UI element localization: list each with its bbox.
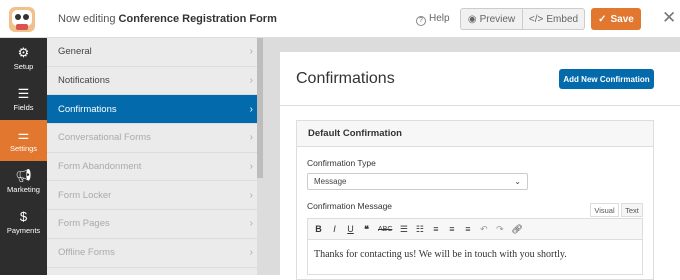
select-value: Message [314,177,347,186]
sidebar-item-label: Settings [9,144,38,153]
subnav-item-form-locker[interactable]: Form Locker › [47,181,263,211]
help-link[interactable]: ? Help [416,13,450,26]
left-sidebar: ⚙ Setup ☰ Fields ⚌ Settings 📢︎ Marketing… [0,38,47,275]
preview-embed-group: ◉ Preview </> Embed [460,8,585,30]
tab-text[interactable]: Text [621,203,643,217]
underline-icon[interactable]: U [346,224,355,234]
sliders-icon: ⚌ [17,127,30,142]
strikethrough-icon[interactable]: ABC [378,226,392,233]
align-right-icon[interactable]: ≡ [463,224,472,234]
chevron-right-icon: › [249,218,253,230]
numbered-list-icon[interactable]: ☷ [415,224,424,235]
align-center-icon[interactable]: ≡ [447,224,456,234]
top-bar: Now editing Conference Registration Form… [0,0,680,38]
subnav-item-label: Notifications [58,75,110,87]
settings-subnav: General › Notifications › Confirmations › C… [47,38,263,275]
subnav-item-label: General [58,46,92,58]
save-button[interactable]: ✓ Save [591,8,641,30]
bold-icon[interactable]: B [314,224,323,234]
chevron-right-icon: › [249,247,253,259]
subnav-item-form-abandonment[interactable]: Form Abandonment › [47,153,263,182]
save-label: Save [610,13,634,25]
checkmark-icon: ✓ [598,13,607,25]
embed-button[interactable]: </> Embed [522,9,584,29]
undo-icon[interactable]: ↶ [479,224,488,235]
sidebar-item-fields[interactable]: ☰ Fields [0,79,47,120]
bullet-list-icon[interactable]: ☰ [399,224,408,235]
subnav-item-general[interactable]: General › [47,38,263,67]
close-icon[interactable]: ✕ [662,9,676,27]
confirmation-type-label: Confirmation Type [307,158,376,168]
subnav-item-label: Conversational Forms [58,132,151,144]
eye-icon: ◉ [467,13,477,25]
chevron-right-icon: › [249,75,253,87]
subnav-item-confirmations[interactable]: Confirmations › [47,95,263,125]
chevron-down-icon: ⌄ [514,177,521,186]
subnav-item-notifications[interactable]: Notifications › [47,67,263,96]
embed-label: Embed [546,13,579,25]
confirmation-message-label: Confirmation Message [307,201,393,211]
sidebar-item-label: Payments [6,226,41,235]
tab-visual[interactable]: Visual [590,203,619,217]
dollar-icon: $ [19,209,28,224]
subnav-item-offline-forms[interactable]: Offline Forms › [47,239,263,268]
confirmation-message-editor[interactable]: Thanks for contacting us! We will be in … [307,240,643,275]
sidebar-item-marketing[interactable]: 📢︎ Marketing [0,161,47,202]
subnav-item-label: Form Locker [58,189,112,201]
sidebar-item-label: Setup [13,62,34,71]
subnav-item-conversational-forms[interactable]: Conversational Forms › [47,124,263,153]
help-label: Help [429,13,450,24]
blockquote-icon[interactable]: ❝ [362,224,371,235]
page-heading: Confirmations [296,70,395,87]
italic-icon[interactable]: I [330,224,339,234]
editing-prefix: Now editing [58,13,116,25]
page-title: Now editing Conference Registration Form [58,13,277,25]
redo-icon[interactable]: ↷ [495,224,504,235]
sidebar-item-payments[interactable]: $ Payments [0,202,47,243]
chevron-right-icon: › [249,189,253,201]
preview-button[interactable]: ◉ Preview [461,9,522,29]
sidebar-item-label: Marketing [7,185,40,194]
link-icon[interactable]: 🔗︎ [511,224,522,235]
chevron-right-icon: › [249,103,253,115]
form-name: Conference Registration Form [118,13,277,25]
sidebar-item-setup[interactable]: ⚙ Setup [0,38,47,79]
sidebar-item-settings[interactable]: ⚌ Settings [0,120,47,161]
subnav-item-label: Offline Forms [58,247,115,259]
subnav-item-form-pages[interactable]: Form Pages › [47,210,263,239]
divider [280,105,680,106]
editor-toolbar: B I U ❝ ABC ☰ ☷ ≡ ≡ ≡ ↶ ↷ 🔗︎ [307,218,643,240]
fields-icon: ☰ [17,86,30,101]
chevron-right-icon: › [249,46,253,58]
help-icon: ? [416,16,426,26]
preview-label: Preview [479,13,516,25]
chevron-right-icon: › [249,132,253,144]
code-icon: </> [528,13,544,25]
subnav-item-label: Form Abandonment [58,161,142,173]
add-new-confirmation-button[interactable]: Add New Confirmation [559,69,654,89]
wpforms-logo-icon [9,7,35,32]
align-left-icon[interactable]: ≡ [431,224,440,234]
subnav-item-label: Form Pages [58,218,110,230]
confirmation-box-title[interactable]: Default Confirmation [296,120,654,147]
sidebar-item-label: Fields [13,103,34,112]
gear-icon: ⚙ [17,45,30,60]
subnav-item-label: Confirmations [58,103,117,115]
confirmation-type-select[interactable]: Message ⌄ [307,173,528,190]
chevron-right-icon: › [249,161,253,173]
megaphone-icon: 📢︎ [15,168,32,183]
